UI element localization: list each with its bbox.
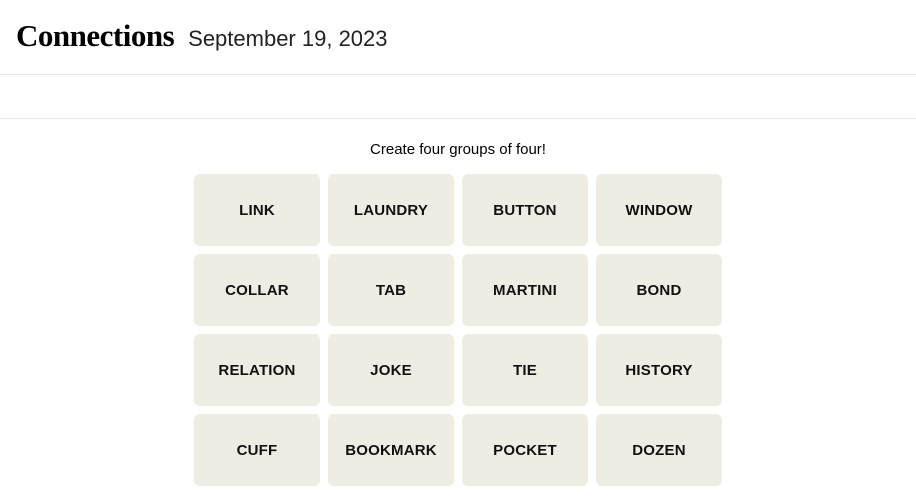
word-grid: LINK LAUNDRY BUTTON WINDOW COLLAR TAB MA… <box>194 174 722 486</box>
tile-11[interactable]: HISTORY <box>596 334 722 406</box>
header: Connections September 19, 2023 <box>0 0 916 74</box>
tile-4[interactable]: COLLAR <box>194 254 320 326</box>
tile-0[interactable]: LINK <box>194 174 320 246</box>
tile-13[interactable]: BOOKMARK <box>328 414 454 486</box>
tile-5[interactable]: TAB <box>328 254 454 326</box>
tile-15[interactable]: DOZEN <box>596 414 722 486</box>
tile-12[interactable]: CUFF <box>194 414 320 486</box>
toolbar-band <box>0 75 916 119</box>
page-title: Connections <box>16 18 174 54</box>
tile-1[interactable]: LAUNDRY <box>328 174 454 246</box>
puzzle-date: September 19, 2023 <box>188 26 387 52</box>
tile-14[interactable]: POCKET <box>462 414 588 486</box>
tile-3[interactable]: WINDOW <box>596 174 722 246</box>
tile-7[interactable]: BOND <box>596 254 722 326</box>
tile-8[interactable]: RELATION <box>194 334 320 406</box>
tile-9[interactable]: JOKE <box>328 334 454 406</box>
tile-6[interactable]: MARTINI <box>462 254 588 326</box>
tile-2[interactable]: BUTTON <box>462 174 588 246</box>
tile-10[interactable]: TIE <box>462 334 588 406</box>
grid-wrap: LINK LAUNDRY BUTTON WINDOW COLLAR TAB MA… <box>0 174 916 486</box>
instruction-text: Create four groups of four! <box>0 141 916 158</box>
